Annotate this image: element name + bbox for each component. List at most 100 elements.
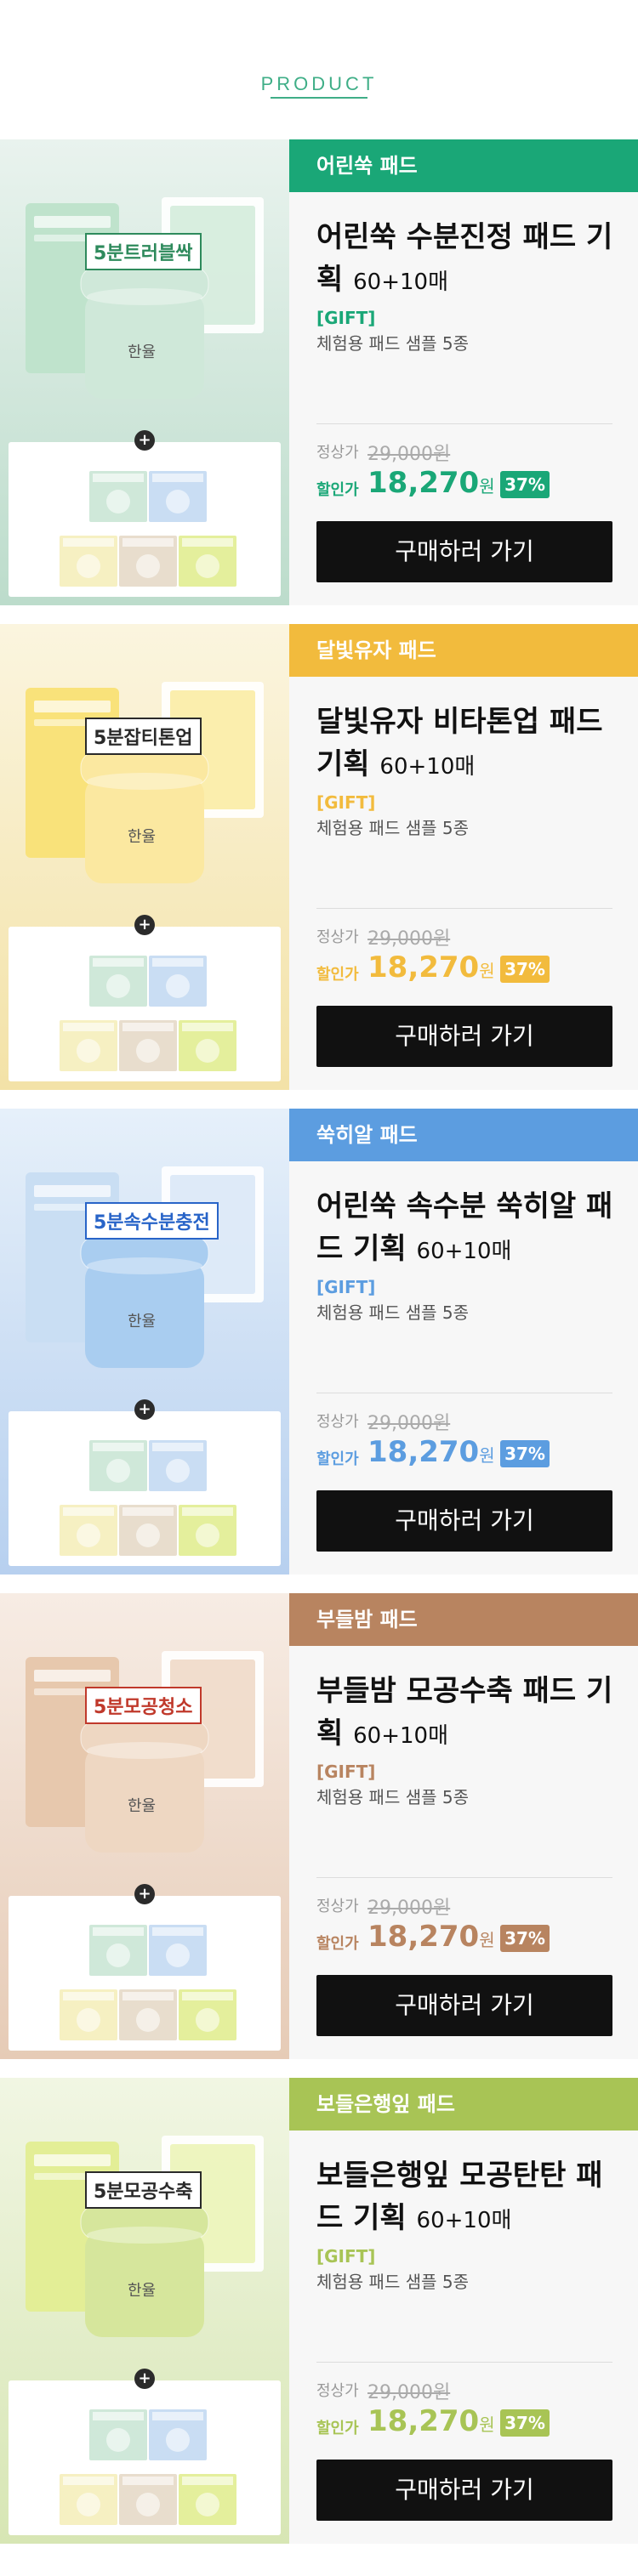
sample-pack — [60, 1505, 117, 1556]
discount-badge: 37% — [500, 471, 550, 498]
original-price: 29,000원 — [367, 928, 451, 950]
sample-pack — [60, 536, 117, 587]
product-box-label: 5분속수분충전 — [85, 1202, 219, 1240]
buy-button[interactable]: 구매하러 가기 — [316, 521, 612, 582]
product-info-panel: 달빛유자 패드 달빛유자 비타톤업 패드 기획 60+10매 [GIFT] 체험… — [289, 624, 638, 1090]
sample-pack — [89, 471, 147, 522]
product-info-panel: 보들은행잎 패드 보들은행잎 모공탄탄 패드 기획 60+10매 [GIFT] … — [289, 2078, 638, 2544]
product-list: 5분트러블싹 한율 + 어린쑥 패드 어린쑥 수분진정 패드 기획 60+10매 — [0, 139, 638, 2562]
plus-icon: + — [134, 1884, 155, 1904]
sample-pack — [89, 1925, 147, 1976]
sale-price-value: 18,270 — [367, 466, 480, 500]
sample-pack — [119, 2474, 177, 2525]
sample-pack — [119, 1020, 177, 1071]
product-title: 어린쑥 수분진정 패드 기획 60+10매 — [316, 216, 623, 304]
original-price-label: 정상가 — [316, 1898, 359, 1915]
original-price: 29,000원 — [367, 2382, 451, 2403]
category-tag: 달빛유자 패드 — [289, 624, 638, 677]
sample-pack — [89, 1440, 147, 1491]
product-jar-label: 한율 — [128, 2282, 157, 2300]
product-count: 60+10매 — [416, 2208, 512, 2233]
product-info-panel: 어린쑥 패드 어린쑥 수분진정 패드 기획 60+10매 [GIFT] 체험용 … — [289, 139, 638, 605]
gift-samples-card — [9, 1411, 281, 1566]
page-header: PRODUCT — [0, 0, 638, 139]
gift-description: 체험용 패드 샘플 5종 — [316, 2272, 469, 2292]
product-card: 5분트러블싹 한율 + 어린쑥 패드 어린쑥 수분진정 패드 기획 60+10매 — [0, 139, 638, 624]
sample-pack — [60, 2474, 117, 2525]
original-price: 29,000원 — [367, 1898, 451, 1919]
sample-pack — [119, 536, 177, 587]
category-tag: 부들밤 패드 — [289, 1593, 638, 1646]
divider — [316, 908, 612, 909]
buy-button[interactable]: 구매하러 가기 — [316, 1006, 612, 1067]
product-image-panel: 5분트러블싹 한율 + — [0, 139, 289, 605]
product-jar-label: 한율 — [128, 343, 157, 361]
sale-price: 18,270원 — [367, 1920, 495, 1954]
discount-badge: 37% — [500, 956, 550, 983]
original-price-label: 정상가 — [316, 2382, 359, 2400]
divider — [316, 423, 612, 424]
gift-label: [GIFT] — [316, 2246, 376, 2267]
sale-price-unit: 원 — [479, 2414, 495, 2435]
sample-pack — [119, 1505, 177, 1556]
sample-pack — [60, 1989, 117, 2040]
sale-price-value: 18,270 — [367, 950, 480, 984]
gift-description: 체험용 패드 샘플 5종 — [316, 818, 469, 838]
sale-price-value: 18,270 — [367, 2404, 480, 2438]
sale-price-unit: 원 — [479, 1445, 495, 1466]
sale-price-unit: 원 — [479, 961, 495, 981]
sample-pack — [179, 1505, 236, 1556]
sample-pack — [60, 1020, 117, 1071]
plus-icon: + — [134, 915, 155, 935]
original-price-label: 정상가 — [316, 928, 359, 946]
sale-price-label: 할인가 — [316, 1450, 359, 1468]
sale-price: 18,270원 — [367, 950, 495, 984]
section-title-underline — [271, 97, 367, 99]
sample-pack — [149, 956, 207, 1007]
buy-button[interactable]: 구매하러 가기 — [316, 1490, 612, 1552]
product-count: 60+10매 — [353, 270, 448, 295]
original-price: 29,000원 — [367, 1413, 451, 1434]
sale-price-value: 18,270 — [367, 1435, 480, 1469]
product-title: 달빛유자 비타톤업 패드 기획 60+10매 — [316, 701, 623, 788]
product-count: 60+10매 — [353, 1723, 448, 1749]
sample-pack — [179, 1989, 236, 2040]
sample-pack — [149, 1925, 207, 1976]
original-price-label: 정상가 — [316, 1413, 359, 1431]
discount-badge: 37% — [500, 1440, 550, 1467]
sample-pack — [179, 2474, 236, 2525]
product-info-panel: 부들밤 패드 부들밤 모공수축 패드 기획 60+10매 [GIFT] 체험용 … — [289, 1593, 638, 2059]
gift-description: 체험용 패드 샘플 5종 — [316, 1302, 469, 1323]
sample-pack — [89, 2409, 147, 2460]
product-box-label: 5분트러블싹 — [85, 233, 202, 270]
product-visual — [26, 2136, 264, 2337]
gift-label: [GIFT] — [316, 792, 376, 813]
product-box-label: 5분잡티톤업 — [85, 718, 202, 755]
product-card: 5분잡티톤업 한율 + 달빛유자 패드 달빛유자 비타톤업 패드 기획 60+1… — [0, 624, 638, 1109]
sale-price-label: 할인가 — [316, 1935, 359, 1953]
gift-samples-card — [9, 2380, 281, 2535]
product-box-label: 5분모공수축 — [85, 2171, 202, 2209]
buy-button[interactable]: 구매하러 가기 — [316, 2460, 612, 2521]
gift-description: 체험용 패드 샘플 5종 — [316, 333, 469, 354]
plus-icon: + — [134, 430, 155, 451]
product-card: 5분모공수축 한율 + 보들은행잎 패드 보들은행잎 모공탄탄 패드 기획 60… — [0, 2078, 638, 2562]
sale-price-unit: 원 — [479, 476, 495, 496]
discount-badge: 37% — [500, 2409, 550, 2437]
gift-label: [GIFT] — [316, 1277, 376, 1297]
sale-price-value: 18,270 — [367, 1920, 480, 1954]
product-visual — [26, 682, 264, 883]
category-tag: 보들은행잎 패드 — [289, 2078, 638, 2131]
product-card: 5분모공청소 한율 + 부들밤 패드 부들밤 모공수축 패드 기획 60+10매 — [0, 1593, 638, 2078]
original-price: 29,000원 — [367, 444, 451, 465]
product-box-label: 5분모공청소 — [85, 1687, 202, 1724]
product-visual — [26, 197, 264, 399]
buy-button[interactable]: 구매하러 가기 — [316, 1975, 612, 2036]
product-info-panel: 쑥히알 패드 어린쑥 속수분 쑥히알 패드 기획 60+10매 [GIFT] 체… — [289, 1109, 638, 1575]
product-jar-label: 한율 — [128, 1313, 157, 1331]
divider — [316, 1877, 612, 1878]
sample-pack — [89, 956, 147, 1007]
gift-samples-card — [9, 927, 281, 1081]
product-jar-label: 한율 — [128, 828, 157, 846]
sale-price-unit: 원 — [479, 1930, 495, 1950]
